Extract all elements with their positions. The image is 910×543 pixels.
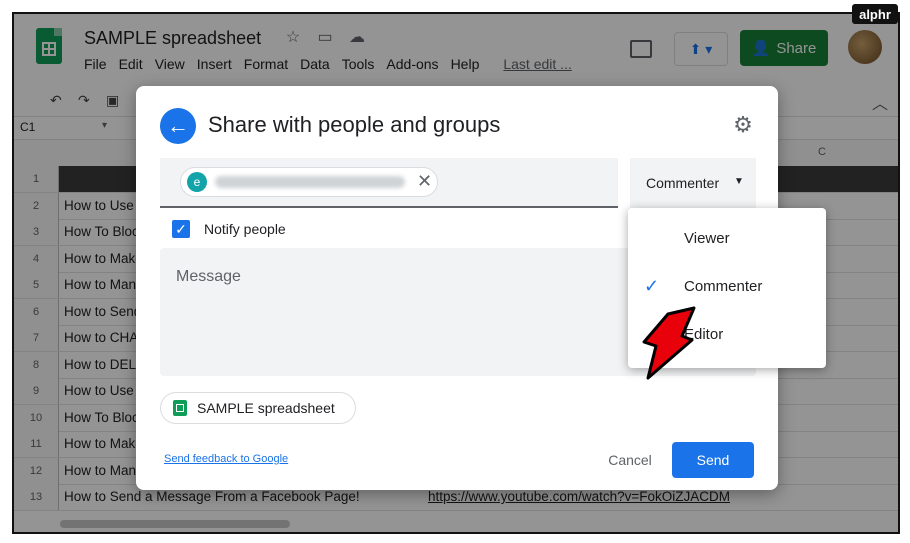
recipient-chip[interactable]: e ✕ bbox=[180, 167, 438, 197]
role-option-commenter[interactable]: ✓ Commenter bbox=[628, 264, 826, 312]
dialog-title: Share with people and groups bbox=[208, 112, 501, 137]
send-feedback-link[interactable]: Send feedback to Google bbox=[164, 453, 288, 465]
role-dropdown-label: Commenter bbox=[646, 175, 720, 191]
role-option-label: Commenter bbox=[684, 278, 763, 295]
back-arrow-icon[interactable]: ← bbox=[160, 108, 196, 144]
message-placeholder: Message bbox=[176, 268, 241, 285]
watermark-badge: alphr bbox=[852, 4, 898, 24]
notify-label: Notify people bbox=[204, 221, 286, 237]
recipient-avatar: e bbox=[187, 172, 207, 192]
notify-checkbox[interactable]: ✓ bbox=[172, 220, 190, 238]
gear-icon[interactable]: ⚙ bbox=[730, 112, 756, 138]
remove-recipient-icon[interactable]: ✕ bbox=[417, 171, 432, 192]
sheets-file-icon bbox=[173, 400, 187, 416]
send-button[interactable]: Send bbox=[672, 442, 754, 478]
cancel-button[interactable]: Cancel bbox=[594, 442, 666, 478]
role-dropdown[interactable]: Commenter ▼ bbox=[630, 158, 756, 208]
recipients-field[interactable]: e ✕ bbox=[160, 158, 618, 208]
file-chip[interactable]: SAMPLE spreadsheet bbox=[160, 392, 356, 424]
role-option-label: Viewer bbox=[684, 230, 730, 247]
recipient-email-blurred bbox=[215, 176, 405, 188]
sheets-app: SAMPLE spreadsheet ☆ ▭ ☁ File Edit View … bbox=[14, 14, 898, 532]
role-option-viewer[interactable]: Viewer bbox=[628, 216, 826, 264]
file-name: SAMPLE spreadsheet bbox=[197, 400, 335, 416]
dropdown-arrow-icon: ▼ bbox=[734, 176, 744, 187]
screenshot-frame: SAMPLE spreadsheet ☆ ▭ ☁ File Edit View … bbox=[12, 12, 900, 534]
red-pointer-arrow-icon bbox=[642, 306, 696, 380]
check-icon: ✓ bbox=[644, 276, 660, 296]
